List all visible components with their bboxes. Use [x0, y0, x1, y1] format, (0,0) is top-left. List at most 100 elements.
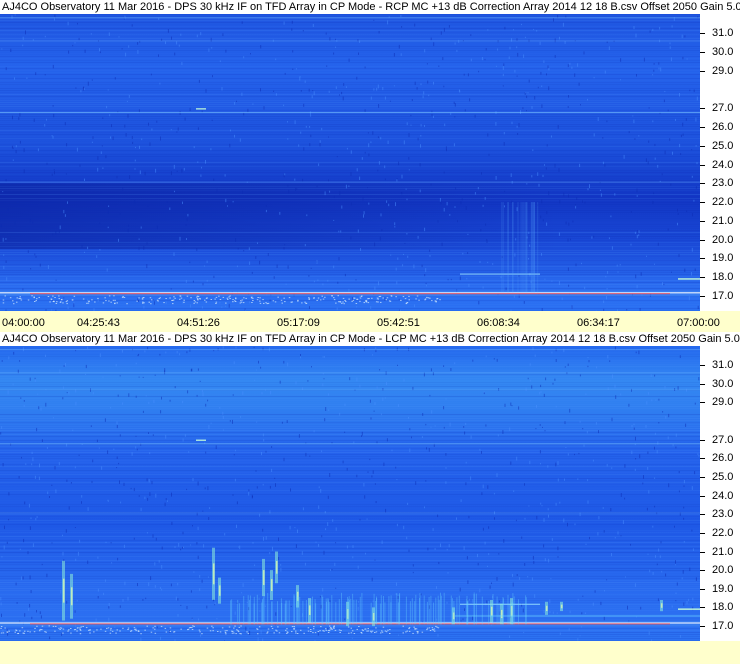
- freq-tick-label: 25.0: [712, 139, 734, 152]
- freq-tick: [700, 570, 705, 572]
- freq-tick: [700, 383, 705, 385]
- rfi-line-red: [30, 293, 670, 295]
- freq-tick-label: 26.0: [712, 120, 734, 133]
- burst-core: [71, 587, 73, 606]
- freq-tick-label: 23.0: [712, 177, 734, 190]
- freq-tick-label: 22.0: [712, 526, 734, 539]
- time-tick-label: 07:00:00: [677, 317, 720, 329]
- freq-tick: [700, 626, 705, 628]
- burst-core: [271, 579, 273, 591]
- burst-core: [213, 563, 215, 585]
- band-line: [0, 181, 700, 183]
- burst-band: [455, 614, 700, 617]
- freq-tick: [700, 220, 705, 222]
- freq-tick: [700, 239, 705, 241]
- freq-tick: [700, 51, 705, 53]
- band-line: [0, 111, 700, 114]
- time-tick-label: 05:42:51: [377, 317, 420, 329]
- freq-tick-label: 18.0: [712, 601, 734, 614]
- burst-core: [276, 561, 278, 574]
- freq-tick-label: 22.0: [712, 196, 734, 209]
- freq-tick-label: 31.0: [712, 27, 734, 39]
- freq-tick-label: 24.0: [712, 158, 734, 171]
- freq-tick-label: 29.0: [712, 64, 734, 77]
- burst-core: [263, 570, 265, 585]
- panel-title-rcp: AJ4CO Observatory 11 Mar 2016 - DPS 30 k…: [0, 0, 740, 14]
- freq-tick-label: 19.0: [712, 252, 734, 265]
- freq-tick: [700, 296, 705, 297]
- freq-tick-label: 21.0: [712, 214, 734, 227]
- band-line: [0, 512, 700, 514]
- time-tick-label: 05:17:09: [277, 317, 320, 329]
- freq-tick: [700, 202, 705, 204]
- freq-tick: [700, 108, 705, 110]
- freq-tick-label: 17.0: [712, 290, 734, 302]
- burst-core: [219, 585, 221, 596]
- spectrogram-rcp: [0, 14, 700, 311]
- freq-tick: [700, 145, 705, 147]
- band-line: [0, 17, 700, 19]
- spectrogram-lcp: [0, 346, 700, 641]
- freq-tick: [700, 364, 705, 366]
- signal-segment: [196, 108, 206, 110]
- freq-tick: [700, 532, 705, 534]
- burst-core: [63, 578, 65, 603]
- panel-title-lcp: AJ4CO Observatory 11 Mar 2016 - DPS 30 k…: [0, 332, 740, 346]
- freq-tick: [700, 458, 705, 460]
- burst-core: [309, 605, 311, 616]
- burst-core: [546, 605, 548, 611]
- burst-core: [561, 604, 563, 609]
- freq-tick: [700, 514, 705, 516]
- band-line: [0, 372, 700, 374]
- signal-segment: [196, 439, 206, 441]
- time-tick-label: 04:51:26: [177, 317, 220, 329]
- freq-tick-label: 30.0: [712, 45, 734, 58]
- freq-tick-label: 17.0: [712, 620, 734, 633]
- time-tick-label: 04:25:43: [77, 317, 120, 329]
- freq-tick: [700, 126, 705, 128]
- freq-tick: [700, 164, 705, 166]
- frequency-axis-lcp: 31.0 30.0 29.0 27.0 26.0 25.0 24.0 23.0 22.0 21.0…: [700, 346, 740, 641]
- freq-tick-label: 21.0: [712, 545, 734, 558]
- freq-tick-label: 25.0: [712, 470, 734, 483]
- burst-core: [491, 606, 493, 616]
- freq-tick: [700, 70, 705, 72]
- time-tick-label: 06:34:17: [577, 317, 620, 329]
- freq-tick: [700, 33, 705, 34]
- band-line: [0, 349, 700, 351]
- freq-tick: [700, 439, 705, 441]
- freq-tick: [700, 258, 705, 260]
- signal-segment: [460, 273, 540, 275]
- freq-tick: [700, 551, 705, 553]
- freq-tick-label: 24.0: [712, 489, 734, 502]
- freq-tick-label: 27.0: [712, 102, 734, 115]
- freq-tick: [700, 476, 705, 478]
- signal-segment: [678, 608, 700, 610]
- time-tick-label: 06:08:34: [477, 317, 520, 329]
- signal-segment: [678, 278, 700, 280]
- time-tick-label: 04:00:00: [2, 317, 45, 329]
- bottom-strip: [0, 641, 740, 664]
- band-line: [0, 389, 700, 391]
- frequency-axis-rcp: 31.0 30.0 29.0 27.0 26.0 25.0 24.0 23.0 22.0 21.0…: [700, 14, 740, 311]
- freq-tick-label: 27.0: [712, 433, 734, 446]
- time-axis: 04:00:00 04:25:43 04:51:26 05:17:09 05:42:51…: [0, 311, 740, 332]
- freq-tick: [700, 277, 705, 279]
- freq-tick-label: 26.0: [712, 452, 734, 465]
- freq-tick: [700, 588, 705, 590]
- band-line: [0, 443, 700, 445]
- freq-tick-label: 30.0: [712, 377, 734, 390]
- freq-tick: [700, 402, 705, 404]
- freq-tick-label: 29.0: [712, 396, 734, 409]
- freq-tick-label: 23.0: [712, 508, 734, 521]
- freq-tick-label: 19.0: [712, 582, 734, 595]
- freq-tick-label: 20.0: [712, 564, 734, 577]
- band-line: [0, 40, 700, 42]
- freq-tick-label: 18.0: [712, 271, 734, 284]
- freq-tick: [700, 495, 705, 497]
- burst-core: [661, 603, 663, 608]
- freq-tick: [700, 607, 705, 609]
- freq-tick: [700, 183, 705, 185]
- freq-tick-label: 31.0: [712, 358, 734, 371]
- freq-tick-label: 20.0: [712, 233, 734, 246]
